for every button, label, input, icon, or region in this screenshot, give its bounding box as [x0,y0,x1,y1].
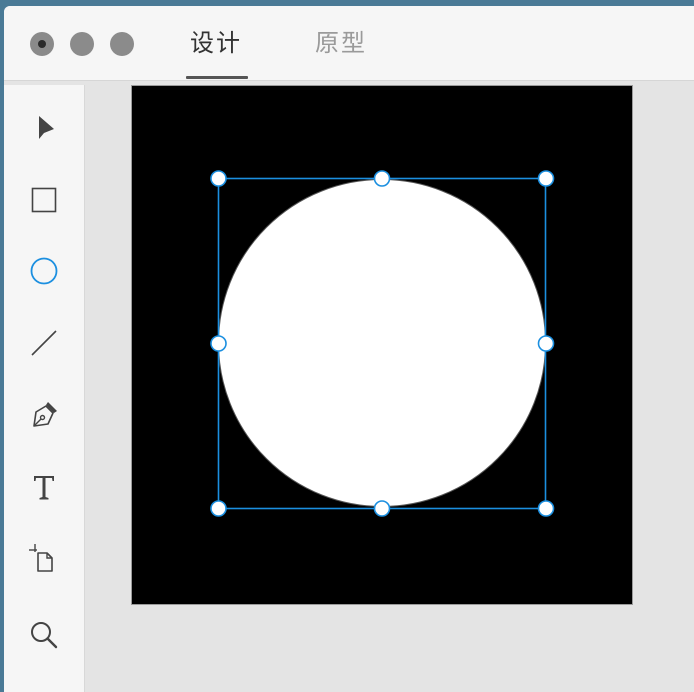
ellipse-tool-button[interactable] [24,251,64,291]
text-icon [34,476,54,500]
magnifier-icon [31,622,58,649]
zoom-tool-button[interactable] [24,615,64,655]
pen-icon [33,402,57,427]
maximize-window-button[interactable] [110,32,134,56]
resize-handle-bottom[interactable] [373,500,391,517]
rectangle-icon [31,187,57,213]
close-window-button[interactable] [30,32,54,56]
canvas-overlay [210,170,555,517]
artboard-icon [29,544,53,572]
line-tool-button[interactable] [24,323,64,363]
ellipse-shape[interactable] [218,179,546,507]
resize-handle-left[interactable] [210,335,227,352]
resize-handle-bottom-left[interactable] [210,500,227,517]
active-tab-indicator [186,76,248,79]
ellipse-icon [30,257,58,285]
app-window: 设计 原型 [4,6,694,692]
tab-prototype[interactable]: 原型 [315,26,367,60]
artboard-tool-button[interactable] [24,539,64,579]
canvas-area[interactable] [85,85,694,692]
pen-tool-button[interactable] [24,395,64,435]
tab-design[interactable]: 设计 [190,26,242,60]
resize-handle-top-right[interactable] [537,170,555,187]
resize-handle-bottom-right[interactable] [537,500,555,517]
tools-panel [4,85,85,692]
title-bar: 设计 原型 [4,6,694,81]
rectangle-tool-button[interactable] [24,180,64,220]
line-icon [31,330,57,356]
minimize-window-button[interactable] [70,32,94,56]
resize-handle-top[interactable] [373,170,391,187]
select-tool-button[interactable] [24,107,64,147]
resize-handle-right[interactable] [537,335,555,352]
text-tool-button[interactable] [24,467,64,507]
arrow-pointer-icon [39,116,54,139]
resize-handle-top-left[interactable] [210,170,227,187]
